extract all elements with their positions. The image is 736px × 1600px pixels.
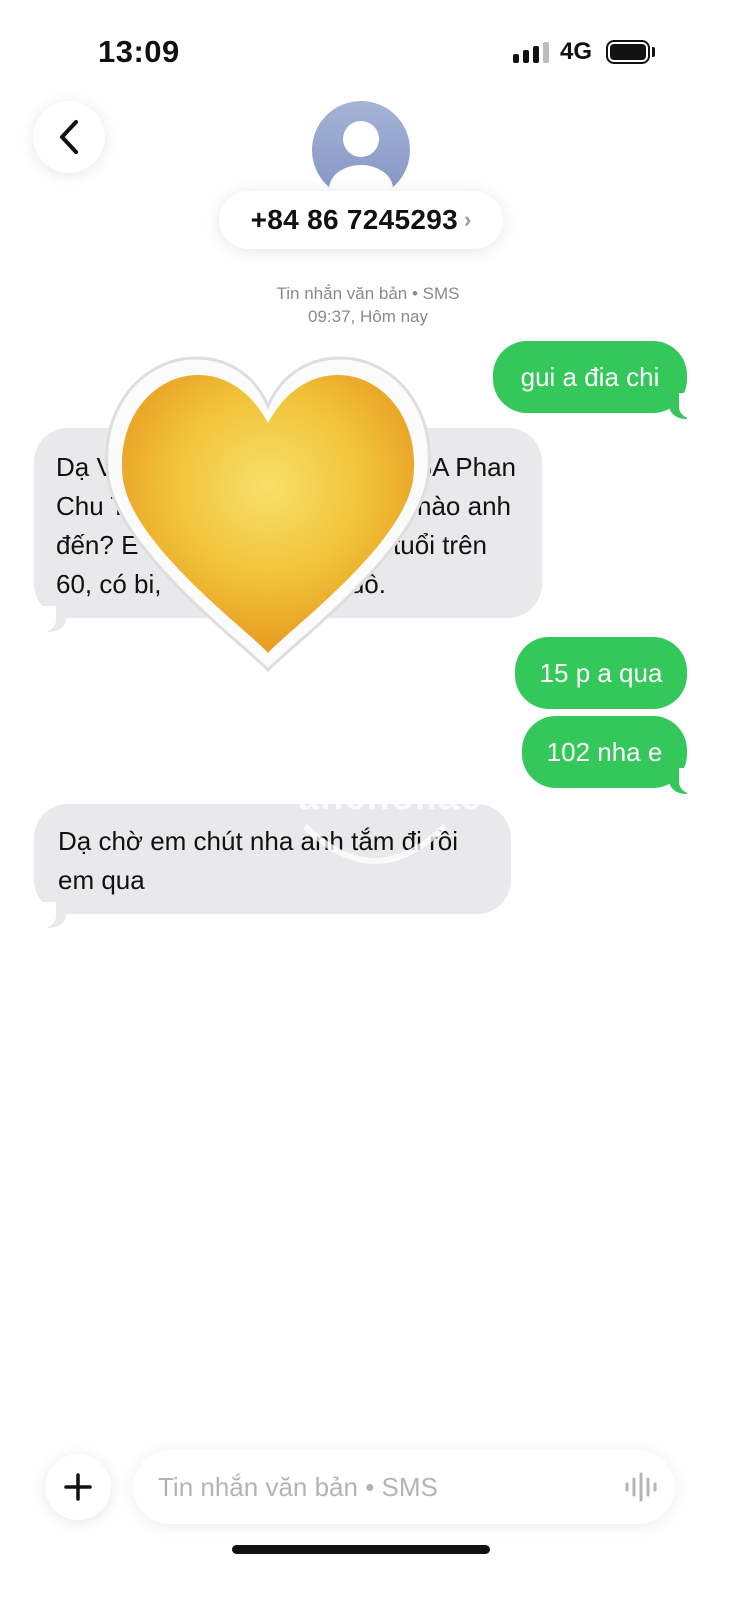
status-bar: 13:09 4G [0,0,736,100]
message-type-label: Tin nhắn văn bản • SMS [276,284,460,303]
contact-details-button[interactable]: +84 86 7245293 › [219,191,503,249]
chevron-left-icon [60,120,78,154]
battery-tip [652,47,655,57]
network-type: 4G [560,38,593,65]
bubble-tail [669,768,701,794]
chevron-right-icon: › [464,207,472,232]
yellow-heart-icon [105,356,431,673]
message-composer [0,1440,736,1540]
person-silhouette-icon [329,121,393,199]
message-text: em qua [58,865,145,895]
outgoing-message[interactable]: gui a đia chi [493,341,687,413]
message-text: Dạ chờ em chút nha anh tắm đi rồi [58,826,459,856]
message-input[interactable] [133,1450,675,1524]
outgoing-message[interactable]: 102 nha e [522,716,687,788]
back-button[interactable] [33,101,105,173]
status-time: 13:09 [98,34,180,69]
outgoing-message[interactable]: 15 p a qua [515,637,687,709]
add-attachment-button[interactable] [45,1454,111,1520]
cellular-signal-icon [513,41,549,63]
battery-icon [606,40,650,64]
contact-number: +84 86 7245293 [250,204,459,235]
bubble-tail [34,606,66,632]
message-text: gui a đia chi [520,361,660,392]
message-text: 102 nha e [546,736,663,767]
plus-icon [64,1473,92,1501]
incoming-message[interactable]: Dạ chờ em chút nha anh tắm đi rồi em qua [34,804,511,914]
home-indicator [232,1545,490,1554]
contact-avatar[interactable] [312,101,410,199]
message-timestamp: 09:37, Hôm nay [307,307,428,326]
bubble-tail [34,902,66,928]
bubble-tail [669,393,701,419]
waveform-icon[interactable] [624,1472,658,1502]
message-text: 15 p a qua [539,657,663,688]
